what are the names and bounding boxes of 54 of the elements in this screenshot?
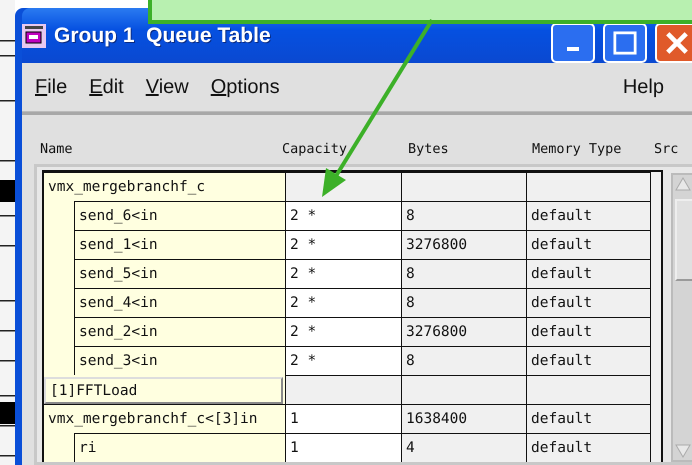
tree-node-name[interactable]: ri (74, 433, 285, 462)
bytes-cell: 8 (402, 259, 527, 288)
capacity-cell[interactable]: 1 (286, 433, 402, 462)
capacity-cell[interactable]: 2 * (286, 201, 402, 230)
menu-item[interactable]: View (146, 76, 189, 98)
app-icon (22, 24, 46, 48)
capacity-cell[interactable]: 2 * (286, 259, 402, 288)
maximize-button[interactable] (603, 23, 647, 63)
menu-item[interactable]: Help (622, 76, 664, 98)
capacity-cell[interactable]: 2 * (286, 230, 402, 259)
tree-node-name[interactable]: send_4<in (74, 288, 285, 317)
memory-type-cell: default (527, 288, 651, 317)
capacity-cell[interactable]: 2 * (286, 317, 402, 346)
bytes-cell: 4 (402, 433, 527, 462)
tree-node-label[interactable]: [1]FFTLoad (44, 377, 283, 404)
scrollbar-thumb[interactable] (675, 199, 692, 281)
capacity-cell[interactable]: 1 (286, 404, 402, 433)
bytes-cell: 8 (402, 346, 527, 375)
scrollbar[interactable] (671, 173, 692, 462)
bytes-cell: 8 (402, 288, 527, 317)
window-title: Group 1 Queue Table (54, 24, 271, 48)
menu-item[interactable]: File (35, 76, 68, 98)
bytes-cell: 3276800 (402, 317, 527, 346)
capacity-cell[interactable]: 2 * (286, 346, 402, 375)
memory-type-cell: default (527, 346, 651, 375)
memory-type-cell: default (527, 259, 651, 288)
capacity-cell[interactable]: 2 * (286, 288, 402, 317)
tree-node-name[interactable]: send_5<in (74, 259, 285, 288)
tree-node-name[interactable]: send_6<in (74, 201, 285, 230)
bytes-cell: 8 (402, 201, 527, 230)
column-header[interactable]: Name (40, 141, 282, 157)
bytes-cell: 1638400 (402, 404, 527, 433)
column-header[interactable]: Capacity (282, 141, 408, 157)
column-header[interactable]: Src (654, 141, 692, 157)
memory-type-cell: default (527, 317, 651, 346)
close-button[interactable] (655, 23, 692, 63)
tree-node-name[interactable]: send_3<in (74, 346, 285, 375)
memory-type-cell: default (527, 404, 651, 433)
memory-type-cell: default (527, 433, 651, 462)
memory-type-cell: default (527, 230, 651, 259)
minimize-button[interactable] (551, 23, 595, 63)
bytes-cell: 3276800 (402, 230, 527, 259)
column-header[interactable]: Bytes (408, 141, 532, 157)
menu-item[interactable]: Options (210, 76, 280, 98)
column-header[interactable]: Memory Type (532, 141, 654, 157)
menu-item[interactable]: Edit (89, 76, 124, 98)
tree-node-name[interactable]: send_2<in (74, 317, 285, 346)
memory-type-cell: default (527, 201, 651, 230)
minimize-icon (567, 47, 579, 51)
scroll-down-icon[interactable] (673, 442, 692, 460)
close-icon (665, 31, 689, 55)
scroll-up-icon[interactable] (673, 175, 692, 193)
maximize-icon (613, 31, 637, 55)
tree-node-name[interactable]: send_1<in (74, 230, 285, 259)
